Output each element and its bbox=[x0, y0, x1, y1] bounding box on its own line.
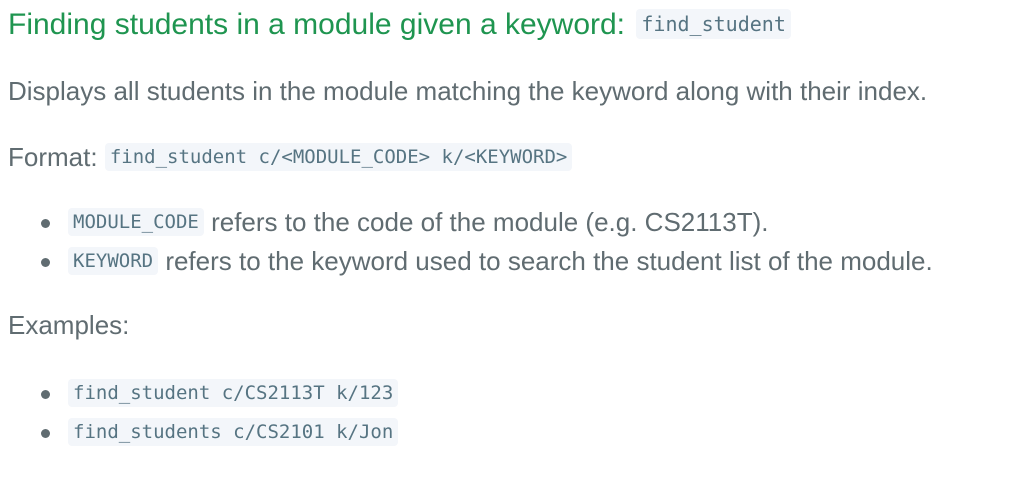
parameter-code: MODULE_CODE bbox=[68, 208, 204, 236]
example-item: find_students c/CS2101 k/Jon bbox=[8, 413, 399, 452]
examples-label: Examples: bbox=[8, 310, 130, 340]
examples-list: find_student c/CS2113T k/123 find_studen… bbox=[8, 374, 399, 452]
bullet-icon bbox=[41, 219, 50, 228]
example-item: find_student c/CS2113T k/123 bbox=[8, 374, 399, 413]
parameter-code: KEYWORD bbox=[68, 247, 159, 275]
example-code: find_students c/CS2101 k/Jon bbox=[68, 418, 399, 446]
section-heading: Finding students in a module given a key… bbox=[8, 4, 791, 45]
parameter-description: refers to the code of the module (e.g. C… bbox=[211, 207, 769, 237]
bullet-icon bbox=[41, 258, 50, 267]
bullet-icon bbox=[41, 429, 50, 438]
parameter-list: MODULE_CODE refers to the code of the mo… bbox=[8, 203, 933, 281]
format-line: Format: find_student c/<MODULE_CODE> k/<… bbox=[8, 140, 573, 174]
heading-text: Finding students in a module given a key… bbox=[8, 8, 626, 41]
parameter-item-keyword: KEYWORD refers to the keyword used to se… bbox=[8, 242, 933, 281]
example-code: find_student c/CS2113T k/123 bbox=[68, 379, 399, 407]
description-text: Displays all students in the module matc… bbox=[8, 76, 928, 106]
heading-command-code: find_student bbox=[636, 9, 791, 39]
bullet-icon bbox=[41, 390, 50, 399]
format-code: find_student c/<MODULE_CODE> k/<KEYWORD> bbox=[104, 143, 573, 171]
parameter-description: refers to the keyword used to search the… bbox=[165, 246, 933, 276]
parameter-item-module-code: MODULE_CODE refers to the code of the mo… bbox=[8, 203, 933, 242]
format-label: Format: bbox=[8, 142, 98, 172]
